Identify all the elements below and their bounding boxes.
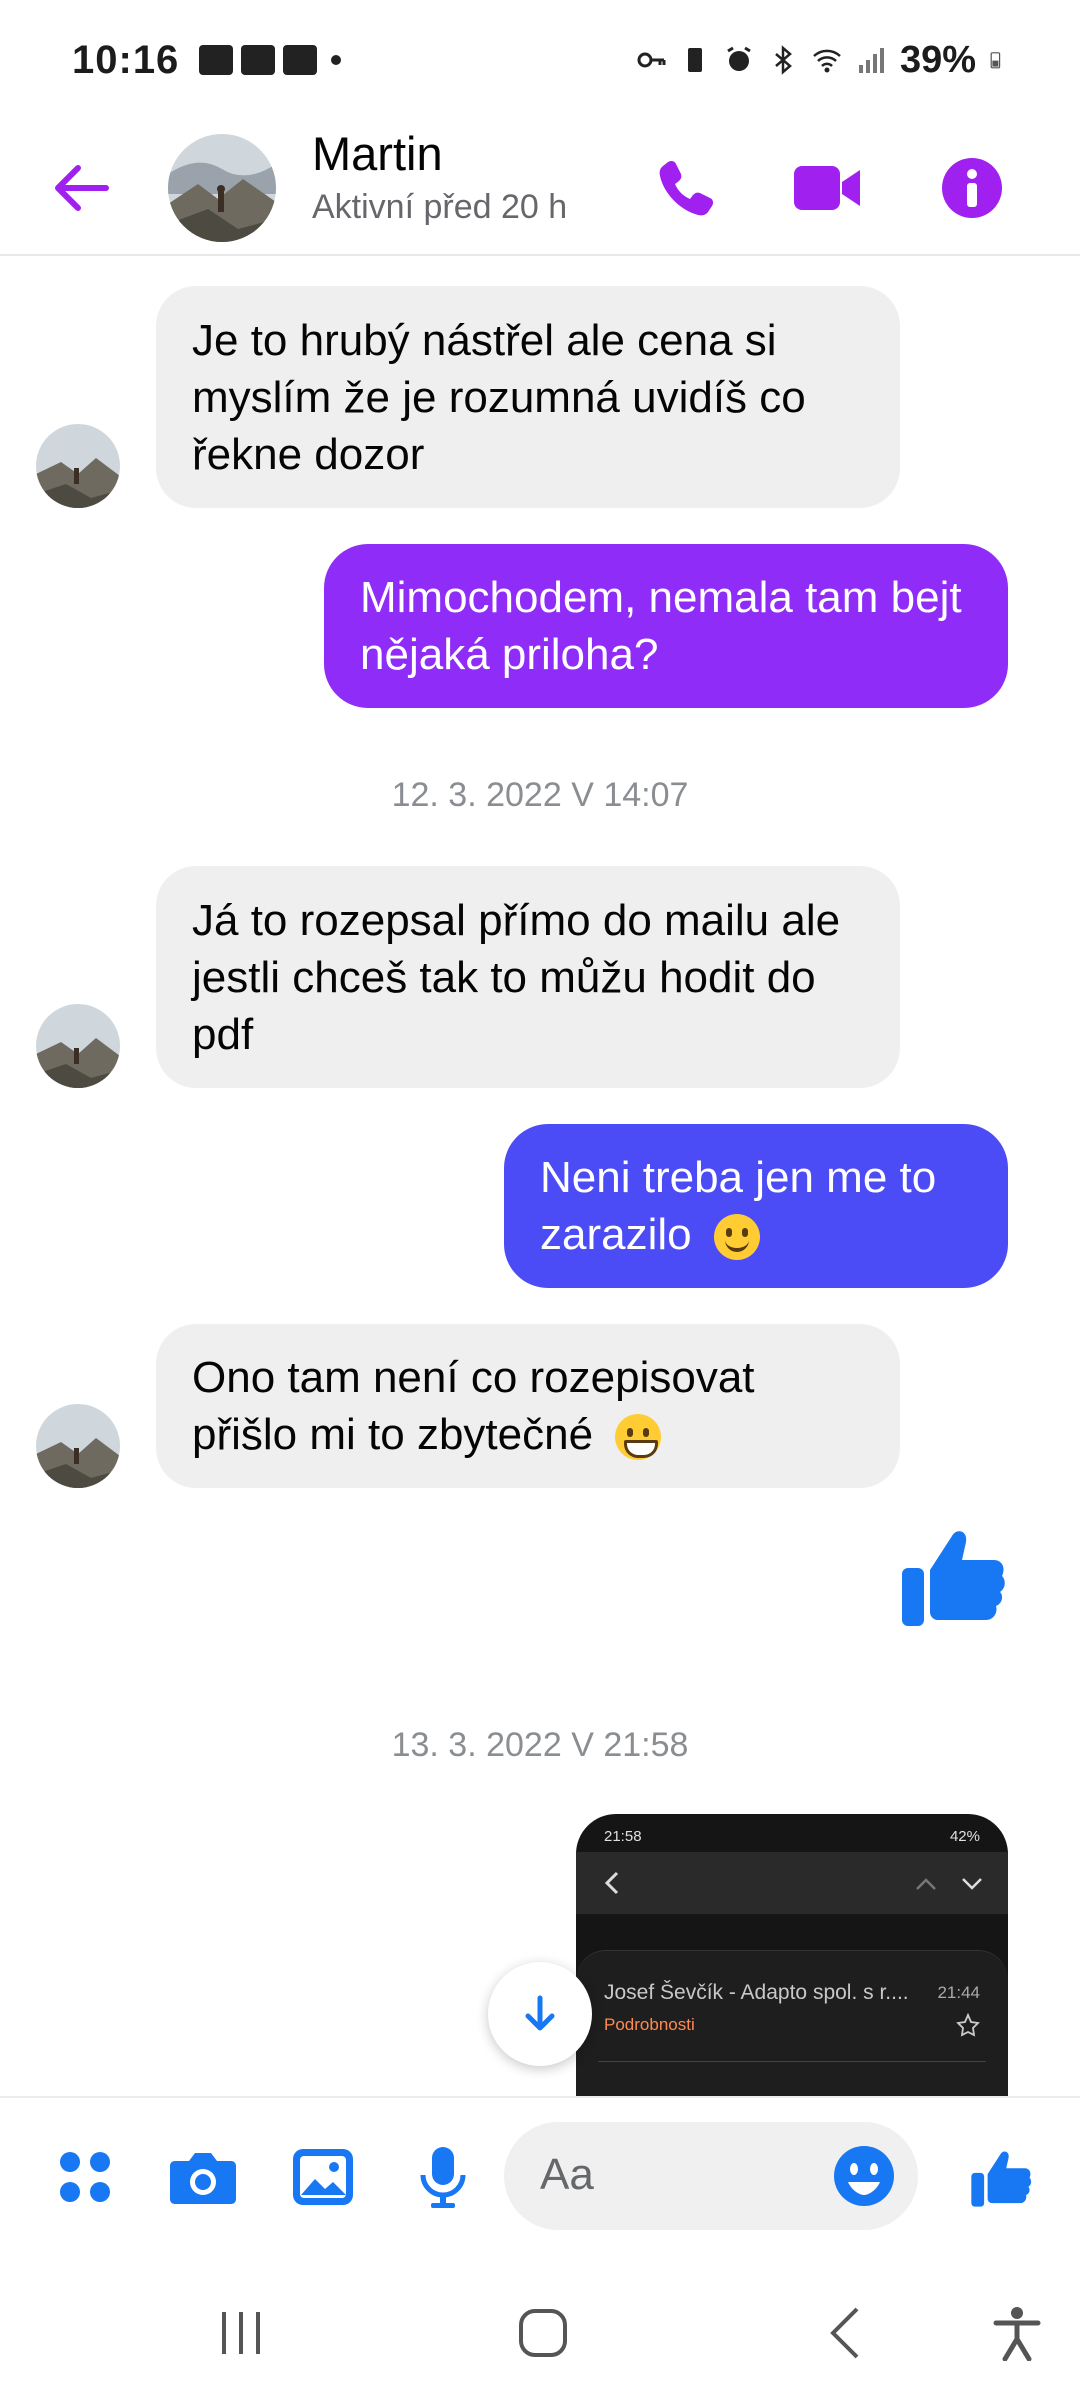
signal-icon: [858, 48, 884, 73]
accessibility-icon: [993, 2307, 1041, 2361]
battery-icon: [990, 52, 1001, 69]
camera-icon: [170, 2153, 236, 2204]
home-button[interactable]: [508, 2298, 578, 2368]
gallery-notification-icon: [199, 45, 234, 75]
recent-apps-icon: [222, 2312, 260, 2354]
outgoing-message-bubble[interactable]: Neni treba jen me to zarazilo: [504, 1124, 1008, 1288]
incoming-message-bubble[interactable]: Ono tam není co rozepisovat přišlo mi to…: [156, 1324, 900, 1488]
scroll-to-bottom-button[interactable]: [488, 1962, 592, 2066]
youtube-notification-icon: [241, 45, 276, 75]
incoming-message-bubble[interactable]: Je to hrubý nástřel ale cena si myslím ž…: [156, 286, 900, 508]
contact-activity-status: Aktivní před 20 h: [312, 188, 568, 226]
chevron-up-icon: [916, 1878, 936, 1890]
recent-apps-button[interactable]: [206, 2298, 276, 2368]
contact-name[interactable]: Martin: [312, 126, 443, 181]
back-button[interactable]: [810, 2298, 880, 2368]
info-icon: [942, 158, 1002, 218]
voice-message-button[interactable]: [406, 2140, 480, 2214]
message-text: Já to rozepsal přímo do mailu ale jestli…: [192, 895, 841, 1059]
message-text: Je to hrubý nástřel ale cena si myslím ž…: [192, 315, 806, 479]
emoji-icon[interactable]: [832, 2144, 896, 2208]
camera-button[interactable]: [166, 2140, 240, 2214]
preview-details-link: Podrobnosti: [604, 2015, 695, 2034]
phone-icon: [659, 160, 714, 216]
gallery-button[interactable]: [286, 2140, 360, 2214]
video-call-button[interactable]: [788, 148, 868, 228]
audio-call-button[interactable]: [646, 148, 726, 228]
back-arrow-icon[interactable]: [50, 156, 114, 220]
battery-saver-icon: [687, 48, 702, 72]
message-composer: Aa: [0, 2096, 1080, 2264]
back-chevron-icon: [830, 2307, 859, 2359]
status-bar: 10:16 39%: [0, 0, 1080, 120]
sender-avatar[interactable]: [36, 424, 120, 508]
wifi-icon: [813, 49, 841, 73]
apps-icon: [60, 2152, 110, 2202]
status-time: 10:16: [72, 37, 180, 82]
preview-status-time: 21:58: [604, 1828, 642, 1845]
apps-button[interactable]: [48, 2140, 122, 2214]
preview-sender: Josef Ševčík - Adapto spol. s r....: [604, 1981, 909, 2004]
star-icon: [956, 2013, 980, 2037]
conversation-header: Martin Aktivní před 20 h: [0, 120, 1080, 256]
youtube-notification-icon: [283, 45, 318, 75]
slightly-smiling-face-emoji-icon: [713, 1214, 760, 1261]
gallery-icon: [293, 2149, 353, 2205]
thumbs-up-icon: [971, 2151, 1032, 2207]
alarm-icon: [727, 46, 751, 71]
thumbs-up-icon[interactable]: [898, 1520, 1008, 1630]
system-navigation-bar: [0, 2264, 1080, 2400]
preview-time: 21:44: [937, 1983, 980, 2002]
outgoing-message-bubble[interactable]: Mimochodem, nemala tam bejt nějaká prilo…: [324, 544, 1008, 708]
bluetooth-icon: [775, 45, 792, 75]
video-camera-icon: [794, 166, 860, 210]
message-text: Ono tam není co rozepisovat přišlo mi to…: [192, 1353, 755, 1459]
message-list[interactable]: Je to hrubý nástřel ale cena si myslím ž…: [0, 258, 1080, 2096]
accessibility-button[interactable]: [982, 2298, 1052, 2368]
message-timestamp: 13. 3. 2022 V 21:58: [391, 1726, 689, 1764]
chevron-left-icon: [604, 1871, 619, 1895]
message-input-placeholder: Aa: [540, 2150, 594, 2199]
contact-avatar[interactable]: [168, 134, 276, 242]
message-text: Mimochodem, nemala tam bejt nějaká prilo…: [360, 573, 962, 679]
sender-avatar[interactable]: [36, 1404, 120, 1488]
grinning-face-emoji-icon: [615, 1414, 662, 1461]
incoming-message-bubble[interactable]: Já to rozepsal přímo do mailu ale jestli…: [156, 866, 900, 1088]
send-like-button[interactable]: [964, 2140, 1038, 2214]
arrow-down-icon: [525, 1995, 555, 2031]
key-icon: [637, 52, 666, 68]
sender-avatar[interactable]: [36, 1004, 120, 1088]
preview-status-battery: 42%: [949, 1828, 980, 1845]
image-attachment[interactable]: 21:58 42% Josef Ševčík - Adapto spol. s …: [576, 1814, 1008, 2096]
more-notifications-dot-icon: [331, 55, 342, 65]
battery-percentage: 39%: [899, 38, 976, 81]
message-input[interactable]: Aa: [504, 2122, 918, 2230]
home-icon: [519, 2309, 567, 2357]
message-timestamp: 12. 3. 2022 V 14:07: [391, 776, 689, 814]
microphone-icon: [420, 2147, 466, 2208]
conversation-info-button[interactable]: [932, 148, 1012, 228]
chevron-down-icon: [962, 1878, 982, 1890]
